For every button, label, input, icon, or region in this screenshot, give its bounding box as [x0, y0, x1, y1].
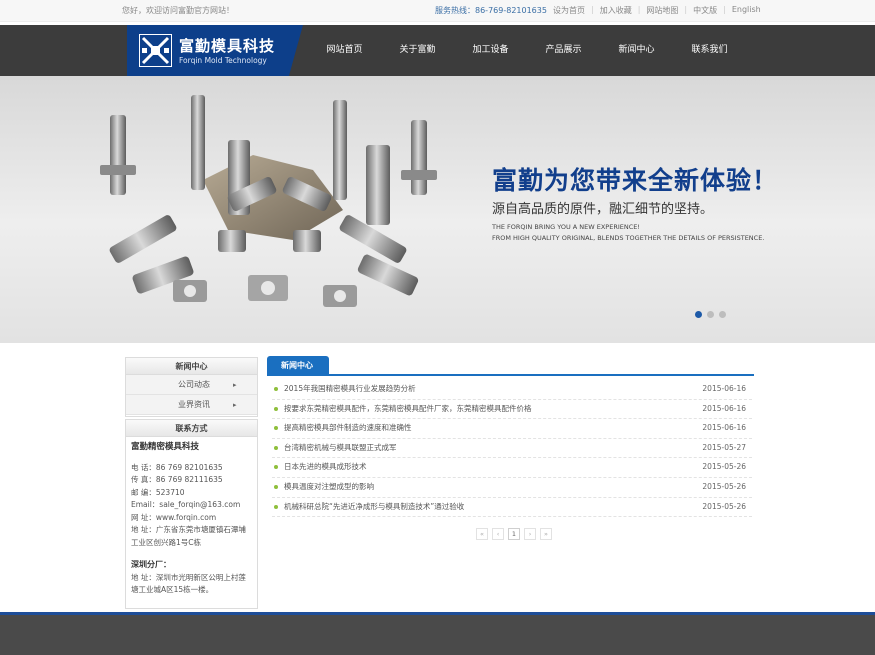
list-item[interactable]: 2015年我国精密模具行业发展趋势分析 2015-06-16: [272, 380, 752, 400]
news-date: 2015-06-16: [702, 384, 746, 393]
hotline-label: 服务热线：: [435, 6, 475, 15]
slider-dot-2[interactable]: [707, 311, 714, 318]
logo-english-name: Forqin Mold Technology: [179, 56, 267, 65]
bullet-dot-icon: [274, 504, 278, 509]
sidebar-contact-title: 联系方式: [126, 420, 257, 437]
list-item[interactable]: 台湾精密机械与模具联盟正式成军 2015-05-27: [272, 439, 752, 459]
contact-website[interactable]: 网 址：www.forqin.com: [131, 512, 252, 525]
news-date: 2015-05-26: [702, 462, 746, 472]
add-favorite-link[interactable]: 加入收藏: [600, 5, 632, 16]
list-item[interactable]: 模具温度对注塑成型的影响 2015-05-26: [272, 478, 752, 498]
tab-news-center[interactable]: 新闻中心: [267, 356, 329, 375]
top-links: 设为首页 | 加入收藏 | 网站地图 | 中文版 | English: [553, 5, 761, 16]
forqin-logo-icon: [139, 34, 172, 67]
sidebar-news-box: 新闻中心 公司动态 ▸ 业界资讯 ▸: [125, 357, 258, 417]
hero-banner[interactable]: 富勤为您带来全新体验！ 源自高品质的原件，融汇细节的坚持。 THE FORQIN…: [0, 76, 875, 343]
contact-info: 富勤精密模具科技 电 话：86 769 82101635 传 真：86 769 …: [126, 437, 257, 601]
prev-page-button[interactable]: ‹: [492, 528, 504, 540]
set-homepage-link[interactable]: 设为首页: [553, 5, 585, 16]
banner-english-line-1: THE FORQIN BRING YOU A NEW EXPERIENCE!: [492, 223, 640, 231]
divider: |: [684, 5, 688, 14]
banner-english-line-2: FROM HIGH QUALITY ORIGINAL, BLENDS TOGET…: [492, 234, 765, 242]
news-date: 2015-06-16: [702, 403, 746, 413]
top-bar: 您好，欢迎访问富勤官方网站！ 服务热线：86-769-82101635 设为首页…: [0, 0, 875, 22]
english-version-link[interactable]: English: [732, 5, 761, 16]
nav-contact[interactable]: 联系我们: [673, 25, 746, 76]
caret-right-icon: ▸: [233, 401, 237, 409]
sidebar-item-label: 业界资讯: [178, 400, 210, 409]
branch-title: 深圳分厂：: [131, 560, 171, 569]
logo-chinese-name: 富勤模具科技: [179, 37, 276, 55]
bullet-dot-icon: [274, 445, 278, 450]
nav-news[interactable]: 新闻中心: [600, 25, 673, 76]
slider-dots: [695, 311, 726, 318]
mold-parts-image: [100, 95, 437, 307]
news-title[interactable]: 模具温度对注塑成型的影响: [284, 478, 374, 496]
bullet-dot-icon: [274, 465, 278, 470]
news-date: 2015-05-27: [702, 442, 746, 452]
news-date: 2015-06-16: [702, 423, 746, 433]
divider: |: [637, 5, 641, 14]
slider-dot-1[interactable]: [695, 311, 702, 318]
sidebar-item-label: 公司动态: [178, 380, 210, 389]
divider: |: [591, 5, 594, 14]
list-item[interactable]: 提高精密模具部件制造的速度和准确性 2015-06-16: [272, 419, 752, 439]
list-item[interactable]: 日本先进的模具成形技术 2015-05-26: [272, 458, 752, 478]
nav-products[interactable]: 产品展示: [527, 25, 600, 76]
contact-email[interactable]: Email：sale_forqin@163.com: [131, 499, 252, 512]
sitemap-link[interactable]: 网站地图: [646, 5, 678, 16]
pagination: « ‹ 1 › »: [476, 528, 552, 540]
news-tab-underline: [267, 374, 754, 376]
sidebar-item-company-news[interactable]: 公司动态 ▸: [126, 375, 257, 395]
bullet-dot-icon: [274, 406, 278, 411]
banner-subtitle: 源自高品质的原件，融汇细节的坚持。: [492, 202, 714, 217]
divider: |: [723, 5, 726, 14]
contact-phone: 电 话：86 769 82101635: [131, 462, 223, 472]
nav-home[interactable]: 网站首页: [308, 25, 381, 76]
sidebar-news-title: 新闻中心: [126, 358, 257, 375]
bullet-dot-icon: [274, 387, 278, 391]
list-item[interactable]: 按要求东莞精密模具配件，东莞精密模具配件厂家，东莞精密模具配件价格 2015-0…: [272, 400, 752, 420]
current-page-button[interactable]: 1: [508, 528, 520, 540]
header: 富勤模具科技 Forqin Mold Technology 网站首页 关于富勤 …: [0, 25, 875, 76]
news-title[interactable]: 台湾精密机械与模具联盟正式成军: [284, 439, 397, 457]
next-page-button[interactable]: ›: [524, 528, 536, 540]
news-date: 2015-05-26: [702, 501, 746, 511]
sidebar-item-industry-news[interactable]: 业界资讯 ▸: [126, 395, 257, 415]
service-hotline: 服务热线：86-769-82101635: [435, 5, 547, 16]
news-title[interactable]: 按要求东莞精密模具配件，东莞精密模具配件厂家，东莞精密模具配件价格: [284, 400, 532, 418]
news-title[interactable]: 机械科研总院“先进近净成形与模具制造技术”通过验收: [284, 498, 464, 516]
main-nav: 网站首页 关于富勤 加工设备 产品展示 新闻中心 联系我们: [308, 25, 746, 76]
footer: [0, 615, 875, 655]
list-item[interactable]: 机械科研总院“先进近净成形与模具制造技术”通过验收 2015-05-26: [272, 498, 752, 518]
bullet-dot-icon: [274, 484, 278, 489]
news-title[interactable]: 2015年我国精密模具行业发展趋势分析: [284, 380, 416, 398]
contact-zip: 邮 编：523710: [131, 487, 185, 497]
news-title[interactable]: 日本先进的模具成形技术: [284, 458, 367, 476]
chinese-version-link[interactable]: 中文版: [693, 5, 717, 16]
contact-fax: 传 真：86 769 82111635: [131, 475, 223, 484]
news-title[interactable]: 提高精密模具部件制造的速度和准确性: [284, 419, 412, 437]
branch-address: 地 址：深圳市光明新区公明上村莲塘工业城A区15栋一楼。: [131, 572, 246, 595]
hotline-number: 86-769-82101635: [475, 6, 547, 15]
first-page-button[interactable]: «: [476, 528, 488, 540]
last-page-button[interactable]: »: [540, 528, 552, 540]
caret-right-icon: ▸: [233, 381, 237, 389]
contact-company: 富勤精密模具科技: [131, 442, 200, 452]
nav-equipment[interactable]: 加工设备: [454, 25, 527, 76]
nav-about[interactable]: 关于富勤: [381, 25, 454, 76]
welcome-text: 您好，欢迎访问富勤官方网站！: [122, 6, 234, 15]
bullet-dot-icon: [274, 426, 278, 431]
contact-address: 地 址：广东省东莞市塘厦镇石潭埔工业区创兴路1号C栋: [131, 525, 246, 547]
sidebar-contact-box: 联系方式 富勤精密模具科技 电 话：86 769 82101635 传 真：86…: [125, 419, 258, 609]
news-list: 2015年我国精密模具行业发展趋势分析 2015-06-16 按要求东莞精密模具…: [272, 380, 752, 518]
logo[interactable]: 富勤模具科技 Forqin Mold Technology: [127, 25, 303, 76]
banner-slogan: 富勤为您带来全新体验！: [492, 166, 779, 195]
news-date: 2015-05-26: [702, 481, 746, 491]
slider-dot-3[interactable]: [719, 311, 726, 318]
